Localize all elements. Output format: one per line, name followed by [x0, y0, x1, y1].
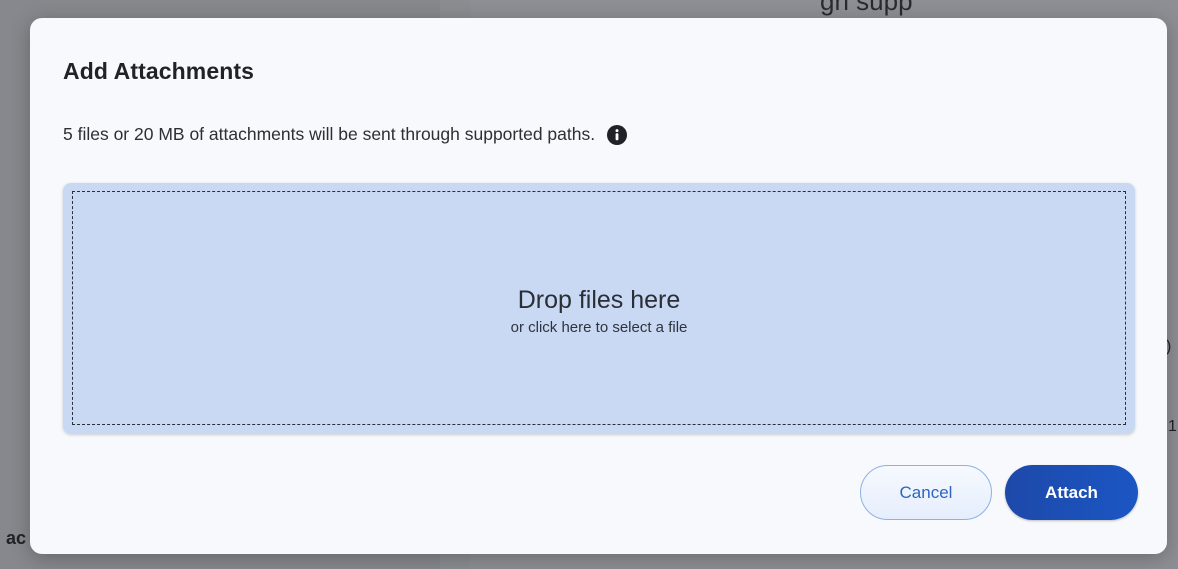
- info-circle-icon[interactable]: [607, 124, 628, 145]
- dialog-description: 5 files or 20 MB of attachments will be …: [63, 124, 628, 145]
- attachment-limit-text: 5 files or 20 MB of attachments will be …: [63, 124, 596, 144]
- cancel-button[interactable]: Cancel: [860, 465, 992, 520]
- dropzone-title: Drop files here: [517, 286, 681, 314]
- dropzone-subtitle: or click here to select a file: [510, 319, 688, 336]
- attach-button[interactable]: Attach: [1005, 465, 1138, 520]
- add-attachments-dialog: Add Attachments 5 files or 20 MB of atta…: [30, 18, 1167, 554]
- dropzone-dashed-area[interactable]: Drop files here or click here to select …: [72, 191, 1126, 425]
- file-dropzone[interactable]: Drop files here or click here to select …: [63, 183, 1135, 434]
- dialog-title: Add Attachments: [63, 58, 255, 84]
